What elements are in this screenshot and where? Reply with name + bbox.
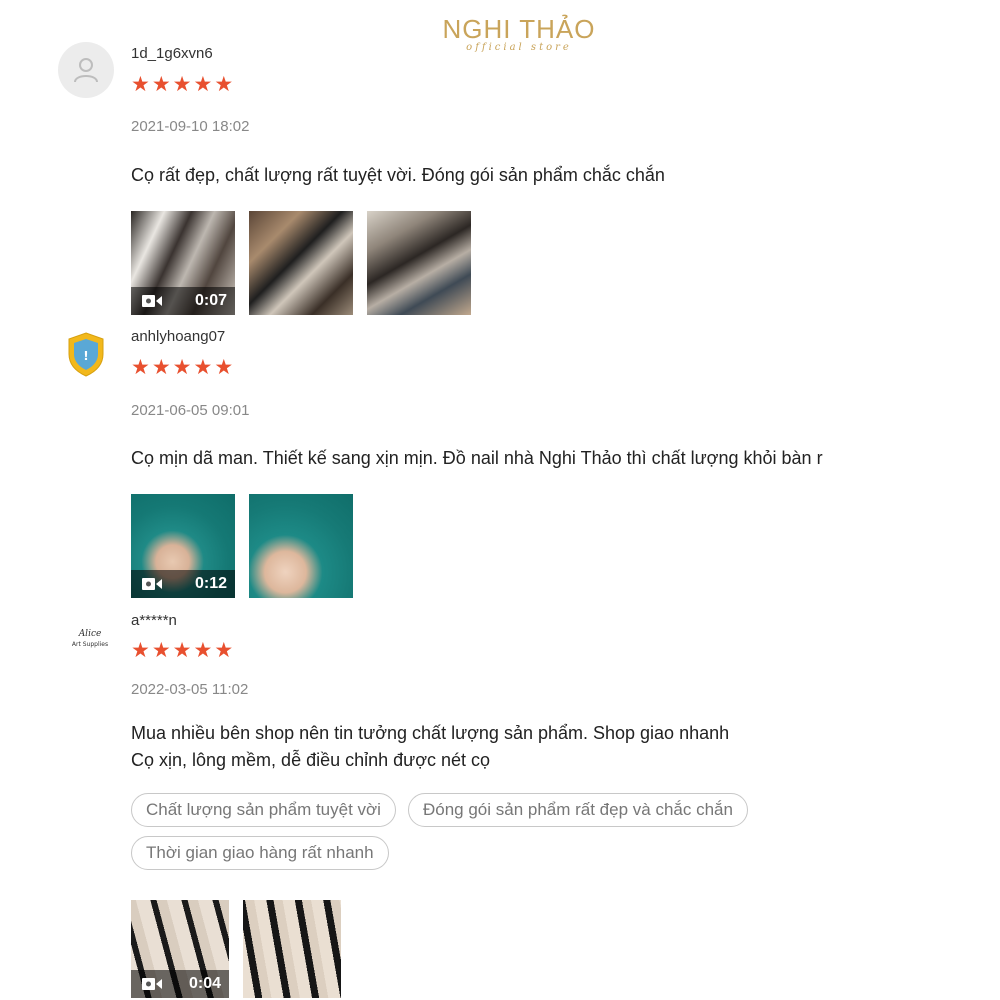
comment-line: Cọ xịn, lông mềm, dễ điều chỉnh được nét… xyxy=(131,750,491,770)
review-comment: Cọ rất đẹp, chất lượng rất tuyệt vời. Đó… xyxy=(131,162,665,189)
video-thumbnail[interactable]: 0:07 xyxy=(131,211,235,315)
video-camera-icon xyxy=(142,578,162,590)
star-icon: ★ xyxy=(172,639,192,662)
star-icon: ★ xyxy=(193,73,213,96)
review-tag: Thời gian giao hàng rất nhanh xyxy=(131,836,389,870)
star-icon: ★ xyxy=(151,639,171,662)
star-icon: ★ xyxy=(193,356,213,379)
review-username: 1d_1g6xvn6 xyxy=(131,45,213,62)
video-thumbnail[interactable]: 0:04 xyxy=(131,900,229,998)
gold-shield-badge-icon: ! xyxy=(68,332,104,377)
video-duration: 0:04 xyxy=(188,975,221,992)
svg-text:!: ! xyxy=(83,349,88,363)
avatar[interactable]: ! xyxy=(58,330,114,386)
comment-line: Mua nhiều bên shop nên tin tưởng chất lư… xyxy=(131,723,730,743)
star-icon: ★ xyxy=(214,356,234,379)
video-duration: 0:12 xyxy=(194,575,227,592)
avatar[interactable] xyxy=(58,42,114,98)
photo-thumbnail[interactable] xyxy=(367,211,471,315)
review-comment: Cọ mịn dã man. Thiết kế sang xịn mịn. Đồ… xyxy=(131,445,823,472)
star-icon: ★ xyxy=(193,639,213,662)
comment-line: Cọ mịn dã man. Thiết kế sang xịn mịn. Đồ… xyxy=(131,448,823,468)
video-duration: 0:07 xyxy=(194,292,227,309)
user-silhouette-icon xyxy=(74,58,98,83)
avatar[interactable]: Alice Art Supplies xyxy=(64,624,134,680)
review-media: 0:04 xyxy=(131,900,341,998)
review-date: 2021-09-10 18:02 xyxy=(131,118,250,135)
photo-thumbnail[interactable] xyxy=(243,900,341,998)
star-icon: ★ xyxy=(214,639,234,662)
star-icon: ★ xyxy=(131,73,150,96)
art-supplies-logo: Alice Art Supplies xyxy=(72,629,108,648)
review-date: 2021-06-05 09:01 xyxy=(131,402,250,419)
comment-line: Cọ rất đẹp, chất lượng rất tuyệt vời. Đó… xyxy=(131,165,665,185)
review-tag: Chất lượng sản phẩm tuyệt vời xyxy=(131,793,396,827)
review-comment: Mua nhiều bên shop nên tin tưởng chất lư… xyxy=(131,720,729,774)
brand-logo: NGHI THẢO official store xyxy=(434,14,604,53)
star-icon: ★ xyxy=(172,73,192,96)
video-camera-icon xyxy=(142,978,162,990)
star-icon: ★ xyxy=(214,73,234,96)
photo-thumbnail[interactable] xyxy=(249,211,353,315)
review-media: 0:07 xyxy=(131,211,471,315)
logo-line1: Alice xyxy=(78,629,102,639)
review-date: 2022-03-05 11:02 xyxy=(131,681,249,698)
star-icon: ★ xyxy=(131,356,150,379)
video-camera-icon xyxy=(142,295,162,307)
star-rating: ★ ★ ★ ★ ★ xyxy=(131,640,233,662)
star-icon: ★ xyxy=(151,356,171,379)
review-username: a*****n xyxy=(131,612,177,629)
review-tags: Chất lượng sản phẩm tuyệt vời Đóng gói s… xyxy=(131,793,851,870)
photo-thumbnail[interactable] xyxy=(249,494,353,598)
logo-line2: Art Supplies xyxy=(72,641,108,648)
review-media: 0:12 xyxy=(131,494,353,598)
star-icon: ★ xyxy=(131,639,150,662)
video-thumbnail[interactable]: 0:12 xyxy=(131,494,235,598)
brand-name: NGHI THẢO xyxy=(442,14,596,44)
review-username: anhlyhoang07 xyxy=(131,328,226,345)
star-icon: ★ xyxy=(151,73,171,96)
star-rating: ★ ★ ★ ★ ★ xyxy=(131,74,233,96)
star-rating: ★ ★ ★ ★ ★ xyxy=(131,357,233,379)
review-tag: Đóng gói sản phẩm rất đẹp và chắc chắn xyxy=(407,793,748,827)
star-icon: ★ xyxy=(172,356,192,379)
